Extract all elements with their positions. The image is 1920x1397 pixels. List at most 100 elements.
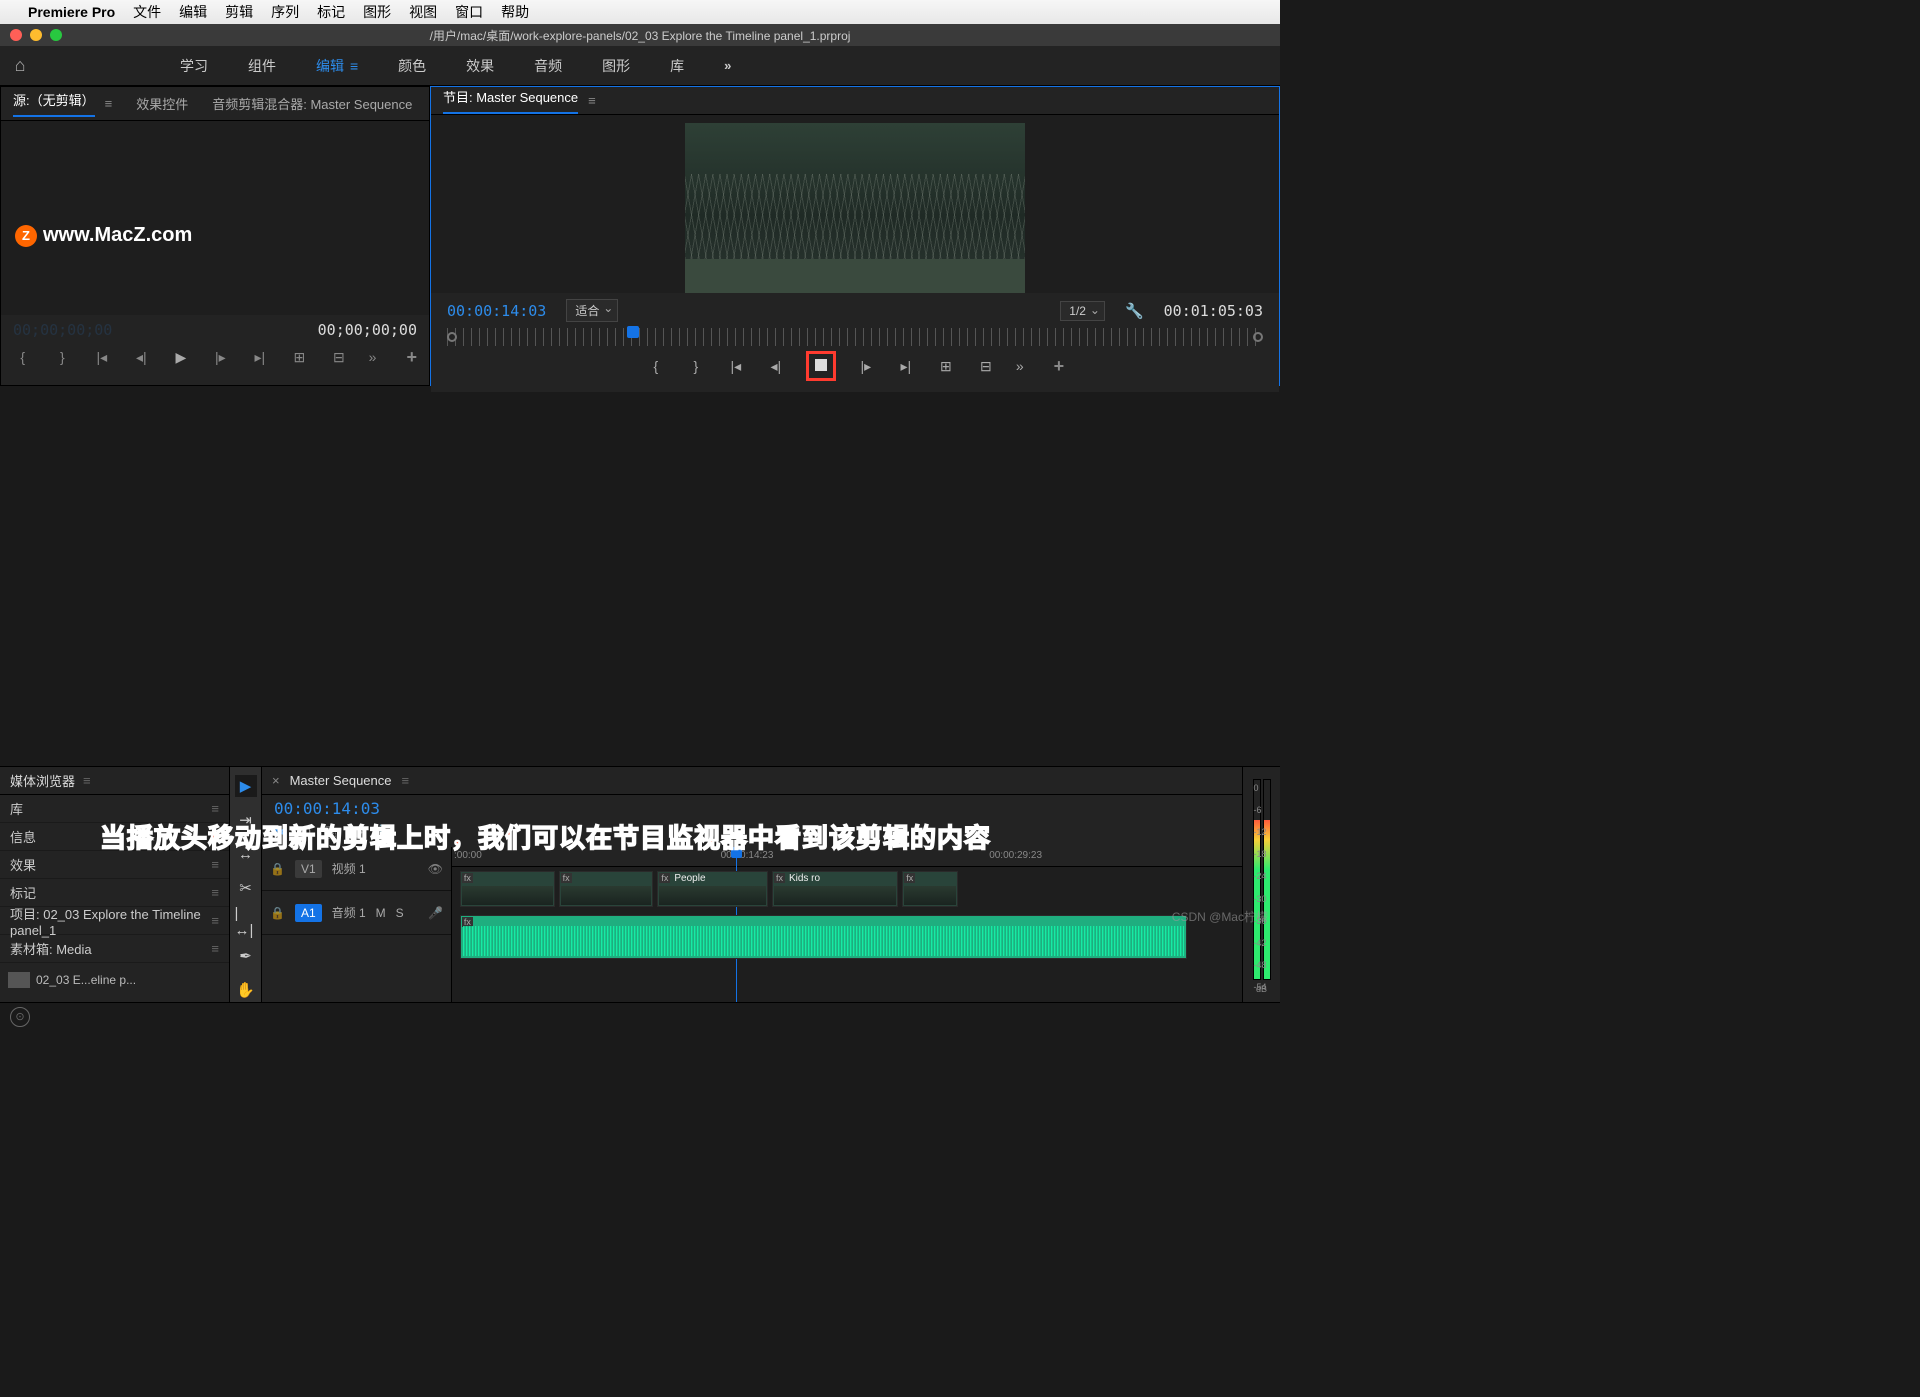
tab-program[interactable]: 节目: Master Sequence [443,87,578,114]
lock-icon[interactable]: 🔒 [270,862,285,876]
menu-view[interactable]: 视图 [409,2,437,22]
menu-file[interactable]: 文件 [133,2,161,22]
eye-icon[interactable]: 👁 [428,862,443,876]
close-icon[interactable] [10,29,22,41]
p-step-back-icon[interactable]: ◂| [766,358,786,375]
menu-sequence[interactable]: 序列 [271,2,299,22]
ws-overflow-icon[interactable]: » [724,58,731,73]
menu-graphics[interactable]: 图形 [363,2,391,22]
mark-out-icon[interactable]: } [53,349,73,365]
app-name[interactable]: Premiere Pro [28,4,115,20]
minimize-icon[interactable] [30,29,42,41]
menu-help[interactable]: 帮助 [501,2,529,22]
ws-color[interactable]: 颜色 [398,56,426,76]
ws-learn[interactable]: 学习 [180,56,208,76]
video-clip[interactable]: fx [902,871,957,907]
audio-clip[interactable]: fx [460,915,1187,959]
mic-icon[interactable]: 🎤 [428,906,443,920]
source-tc-in[interactable]: 00;00;00;00 [13,321,112,339]
extract-icon[interactable]: ⊟ [976,358,996,375]
razor-tool-icon[interactable]: ✂ [235,877,257,899]
overwrite-icon[interactable]: ⊟ [329,349,349,366]
menu-window[interactable]: 窗口 [455,2,483,22]
ws-editing[interactable]: 编辑 [316,56,358,76]
hand-tool-icon[interactable]: ✋ [235,979,257,1001]
panel-menu-icon[interactable]: ≡ [105,96,113,111]
audio-track-header[interactable]: 🔒 A1 音频 1 M S 🎤 [262,891,451,935]
solo-button[interactable]: S [396,906,404,920]
program-tc[interactable]: 00:00:14:03 [447,302,546,320]
menu-edit[interactable]: 编辑 [179,2,207,22]
track-area[interactable]: :00:00 00:00:14:23 00:00:29:23 fx fx fxP… [452,847,1242,1002]
mark-in-icon[interactable]: { [13,349,33,365]
tab-effects-panel[interactable]: 效果 [0,851,229,879]
link-icon[interactable]: ⎘ [325,824,336,841]
res-select[interactable]: 1/2 [1060,301,1105,321]
sequence-name[interactable]: Master Sequence [290,773,392,788]
close-seq-icon[interactable]: × [272,773,280,788]
p-step-fwd-icon[interactable]: |▸ [856,358,876,375]
selection-tool-icon[interactable]: ▶ [235,775,257,797]
video-clip[interactable]: fxKids ro [772,871,898,907]
wrench-icon[interactable]: 🔧 [377,824,394,841]
p-go-in-icon[interactable]: |◂ [726,358,746,375]
video-clip[interactable]: fx [559,871,654,907]
fit-select[interactable]: 适合 [566,299,618,322]
settings-icon[interactable]: 🔧 [1125,302,1144,320]
tab-effect-controls[interactable]: 效果控件 [136,94,188,113]
v1-tag[interactable]: V1 [295,860,322,878]
snap-icon[interactable]: ✱ [274,824,286,841]
mute-button[interactable]: M [376,906,386,920]
maximize-icon[interactable] [50,29,62,41]
track-select-tool-icon[interactable]: ⇥ [235,809,257,831]
src-transport-more-icon[interactable]: » [369,349,377,365]
ws-assembly[interactable]: 组件 [248,56,276,76]
go-in-icon[interactable]: |◂ [92,349,112,366]
lock-icon[interactable]: 🔒 [270,906,285,920]
pen-tool-icon[interactable]: ✒ [235,945,257,967]
p-add-button-icon[interactable]: + [1054,356,1065,377]
step-fwd-icon[interactable]: |▸ [211,349,231,366]
a1-tag[interactable]: A1 [295,904,322,922]
lift-icon[interactable]: ⊞ [936,358,956,375]
play-icon[interactable]: ▶ [171,349,191,366]
tab-project[interactable]: 项目: 02_03 Explore the Timeline panel_1 [0,907,229,935]
tab-audio-mixer[interactable]: 音频剪辑混合器: Master Sequence [212,94,412,113]
tab-info[interactable]: 信息 [0,823,229,851]
src-add-button-icon[interactable]: + [406,347,417,368]
program-playhead[interactable] [627,326,639,338]
magnet-icon[interactable]: ⋂ [300,824,311,841]
slip-tool-icon[interactable]: |↔| [235,911,257,933]
p-mark-out-icon[interactable]: } [686,358,706,374]
video-track-header[interactable]: 🔒 V1 视频 1 👁 [262,847,451,891]
time-ruler[interactable]: :00:00 00:00:14:23 00:00:29:23 [452,847,1242,867]
ripple-tool-icon[interactable]: ↔ [235,843,257,865]
timeline-tc[interactable]: 00:00:14:03 [262,795,1242,822]
program-viewer[interactable] [431,115,1279,293]
prog-panel-menu-icon[interactable]: ≡ [588,93,596,108]
marker-icon[interactable]: ⬣ [350,824,362,841]
tab-libraries[interactable]: 库 [0,795,229,823]
project-item[interactable]: 02_03 E...eline p... [8,967,221,993]
program-ruler[interactable] [447,328,1263,346]
tab-source[interactable]: 源:（无剪辑） [13,90,95,117]
video-clip[interactable]: fxPeople [657,871,768,907]
step-back-icon[interactable]: ◂| [132,349,152,366]
tab-media-browser[interactable]: 媒体浏览器 [10,771,75,790]
menu-marker[interactable]: 标记 [317,2,345,22]
ws-libraries[interactable]: 库 [670,56,684,76]
insert-icon[interactable]: ⊞ [290,349,310,366]
go-out-icon[interactable]: ▸| [250,349,270,366]
menu-clip[interactable]: 剪辑 [225,2,253,22]
ws-audio[interactable]: 音频 [534,56,562,76]
ws-effects[interactable]: 效果 [466,56,494,76]
ws-graphics[interactable]: 图形 [602,56,630,76]
p-mark-in-icon[interactable]: { [646,358,666,374]
video-clip[interactable]: fx [460,871,555,907]
stop-button[interactable] [806,351,836,381]
tab-bin[interactable]: 素材箱: Media [0,935,229,963]
p-go-out-icon[interactable]: ▸| [896,358,916,375]
home-icon[interactable]: ⌂ [0,55,40,76]
cc-icon[interactable]: ⊙ [10,1007,30,1027]
p-transport-more-icon[interactable]: » [1016,358,1024,374]
